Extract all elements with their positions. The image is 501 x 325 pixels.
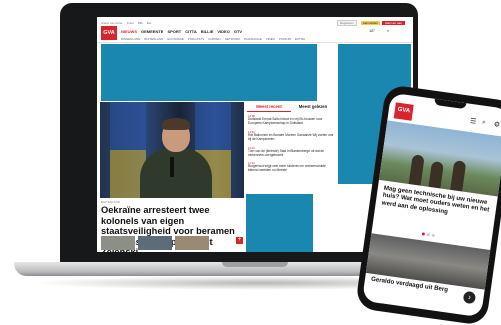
subnav-item[interactable]: KOPPEN (208, 37, 221, 41)
news-text: Duitsland Emma Salto Inkoot en vrij Ek-b… (248, 117, 323, 125)
list-item[interactable]: 11:30 Burgerhout krijgt veel meer kinder… (248, 161, 334, 173)
nav-item-citta[interactable]: CITTA (185, 29, 196, 34)
alerts-button[interactable]: Alarmen aan (381, 20, 405, 25)
sub-navigation: BINNENLAND BUITENLAND ECONOMIE PODCASTS … (121, 37, 309, 41)
hero-category: Buitenland (101, 200, 121, 204)
related-thumbnail[interactable] (175, 236, 209, 250)
nav-item-gtv[interactable]: GTV (234, 29, 242, 34)
login-button[interactable]: Aanmelden (360, 20, 380, 25)
nav-divider (97, 42, 413, 43)
tab-meest-recent[interactable]: Meest recent (247, 102, 291, 112)
list-item[interactable]: 11:40 Turn van de (kleinste) Stad in Bla… (248, 146, 334, 158)
subnav-item[interactable]: BUITENLAND (144, 37, 163, 41)
news-text: Rdt Ballonnen en Bonaire Moreen Ganaanze… (248, 132, 334, 141)
subnav-item[interactable]: ECONOMIE (167, 37, 183, 41)
topbar-link[interactable]: Krant (127, 21, 134, 25)
hero-image[interactable] (100, 102, 244, 198)
nav-item-billie[interactable]: BILLIE (201, 29, 214, 34)
news-list: 12:00 Duitsland Emma Salto Inkoot en vri… (248, 114, 334, 177)
news-text: Burgerhout krijgt veel meer kinderen en … (248, 164, 326, 173)
subnav-item[interactable]: PODCASTS (188, 37, 205, 41)
figure (450, 160, 467, 192)
subnav-item[interactable]: PAGINANGE (244, 37, 262, 41)
logo-text: GVA (397, 107, 411, 115)
topbar-link[interactable]: Blik (138, 21, 143, 25)
news-tabs: Meest recent Meest gelezen (247, 102, 335, 112)
logo-text: GVA (103, 29, 115, 36)
laptop-notch (222, 262, 288, 267)
gear-icon[interactable]: ⚙ (493, 120, 500, 129)
site-logo[interactable]: GVA (101, 26, 117, 40)
nav-item-sport[interactable]: SPORT (167, 29, 181, 34)
plus-icon[interactable]: + (236, 237, 243, 244)
search-icon[interactable]: ⌕ (387, 28, 389, 33)
phone-screen: GVA ☰ ⌕ ⚙ Mag geen technische bij uw nie… (361, 92, 501, 318)
arrow-right-icon[interactable]: › (462, 290, 477, 305)
carousel-dot[interactable] (431, 233, 435, 238)
topbar-link[interactable]: Bar (147, 21, 152, 25)
subnav-item[interactable]: BINNENLAND (121, 37, 140, 41)
search-icon[interactable]: ⌕ (481, 119, 486, 127)
related-thumbnail[interactable] (138, 236, 172, 250)
main-navigation: NIEUWS GEMEENTE SPORT CITTA BILLIE VIDEO… (121, 29, 246, 34)
nav-item-gemeente[interactable]: GEMEENTE (141, 29, 163, 34)
tab-meest-gelezen[interactable]: Meest gelezen (291, 102, 335, 112)
subnav-item[interactable]: NETWORK (225, 37, 240, 41)
related-thumbnails (101, 236, 212, 250)
news-text: Turn van de (kleinste) Stad in Blankenbe… (248, 148, 325, 157)
subnav-item[interactable]: EXTRA (295, 37, 305, 41)
top-utility-bar: Gazet van Antw. Krant Blik Bar Registree… (101, 19, 409, 26)
person-hair (162, 118, 190, 130)
weather-widget[interactable]: 18° (369, 28, 375, 33)
subnav-item[interactable]: PODIUM (279, 37, 291, 41)
site-logo[interactable]: GVA (393, 102, 414, 121)
carousel-dot[interactable] (426, 233, 430, 237)
related-thumbnail[interactable] (101, 236, 135, 250)
ad-sidebar-lower[interactable] (246, 194, 313, 252)
carousel-dots (421, 232, 437, 238)
marketing-composition: Gazet van Antw. Krant Blik Bar Registree… (0, 0, 501, 325)
topbar-link[interactable]: Gazet van Antw. (101, 21, 123, 25)
subnav-item[interactable]: VIDEO (266, 37, 275, 41)
list-item[interactable]: 11:52 Rdt Ballonnen en Bonaire Moreen Ga… (248, 130, 334, 142)
person-body (140, 148, 212, 198)
laptop-screen: Gazet van Antw. Krant Blik Bar Registree… (97, 17, 413, 252)
nav-item-nieuws[interactable]: NIEUWS (121, 29, 137, 34)
nav-item-video[interactable]: VIDEO (217, 29, 229, 34)
menu-icon[interactable]: ☰ (469, 117, 476, 126)
microphone (170, 157, 174, 177)
figure (408, 154, 425, 186)
list-item[interactable]: 12:00 Duitsland Emma Salto Inkoot en vri… (248, 114, 334, 126)
carousel-dot[interactable] (421, 232, 426, 236)
register-button[interactable]: Registreer (336, 19, 357, 26)
ad-banner-top[interactable] (101, 44, 317, 101)
figure (428, 161, 444, 189)
